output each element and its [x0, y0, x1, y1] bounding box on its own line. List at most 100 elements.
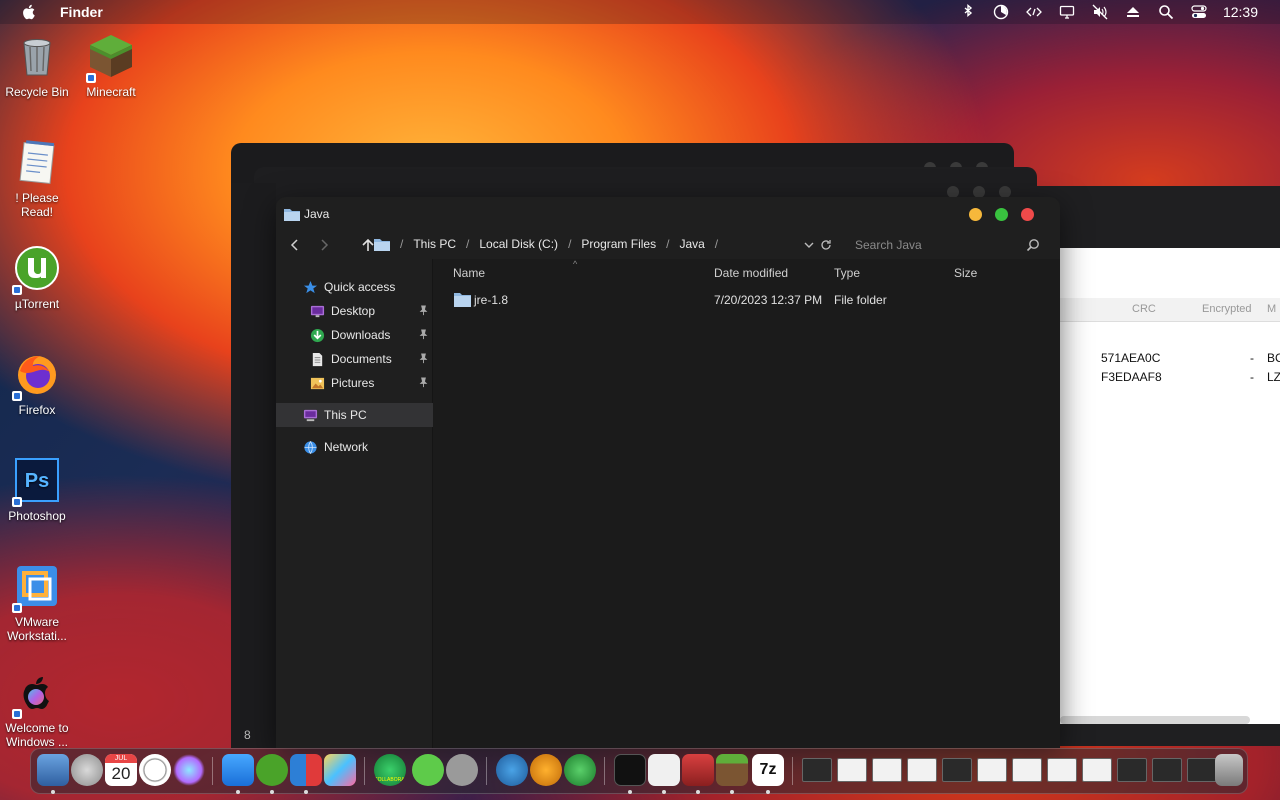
finder-dock-icon[interactable] — [37, 754, 69, 786]
back-button[interactable] — [286, 236, 304, 254]
close-button[interactable] — [1021, 208, 1034, 221]
control-center-icon[interactable] — [1190, 4, 1208, 20]
archive-row[interactable]: 571AEA0C - BC — [1060, 349, 1280, 367]
download-manager-dock-icon[interactable] — [530, 754, 562, 786]
calendar-month: JUL — [105, 754, 137, 763]
minimized-window-thumbnail[interactable] — [1117, 758, 1147, 782]
tools-dock-icon[interactable] — [446, 754, 478, 786]
clock-dock-icon[interactable] — [139, 754, 171, 786]
pin-icon[interactable] — [418, 353, 429, 364]
photos-dock-icon[interactable] — [324, 754, 356, 786]
sidebar-item-this-pc[interactable]: This PC — [276, 403, 433, 427]
date-column-header[interactable]: Date modified — [714, 266, 788, 280]
terminal-dock-icon[interactable] — [614, 754, 646, 786]
star-icon — [302, 279, 318, 295]
system-tools-dock-icon[interactable] — [290, 754, 322, 786]
mute-icon[interactable] — [1091, 4, 1109, 20]
menu-bar-clock[interactable]: 12:39 — [1223, 4, 1258, 20]
breadcrumb: / This PC / Local Disk (C:) / Program Fi… — [374, 237, 728, 251]
link-dock-icon[interactable] — [412, 754, 444, 786]
sidebar-item-documents[interactable]: Documents — [276, 347, 433, 371]
encrypted-column-header[interactable]: Encrypted — [1202, 303, 1252, 315]
desktop-icon-please-read[interactable]: ! Please Read! — [0, 139, 74, 219]
calendar-dock-icon[interactable]: JUL 20 — [105, 754, 137, 786]
minimize-button[interactable] — [969, 208, 982, 221]
7zip-dock-icon[interactable]: 7z — [752, 754, 784, 786]
maximize-button[interactable] — [995, 208, 1008, 221]
chevron-left-icon — [290, 239, 298, 251]
desktop-icon-photoshop[interactable]: Ps Photoshop — [0, 457, 74, 523]
textedit-dock-icon[interactable] — [648, 754, 680, 786]
web-dock-icon[interactable] — [496, 754, 528, 786]
horizontal-scrollbar[interactable] — [1060, 716, 1250, 724]
pin-icon[interactable] — [418, 377, 429, 388]
file-row[interactable]: jre-1.8 7/20/2023 12:37 PM File folder — [433, 289, 1060, 311]
sidebar-item-downloads[interactable]: Downloads — [276, 323, 433, 347]
minimized-window-thumbnail[interactable] — [1082, 758, 1112, 782]
search-input[interactable]: Search Java — [846, 235, 1046, 255]
siri-dock-icon[interactable] — [173, 754, 205, 786]
desktop-icon-recycle-bin[interactable]: Recycle Bin — [0, 33, 74, 99]
desktop-icon-welcome[interactable]: Welcome to Windows ... — [0, 669, 74, 749]
desktop-icon-firefox[interactable]: Firefox — [0, 351, 74, 417]
minimized-window-thumbnail[interactable] — [802, 758, 832, 782]
size-column-header[interactable]: Size — [954, 266, 977, 280]
code-icon[interactable] — [1025, 4, 1043, 20]
active-app-name[interactable]: Finder — [60, 4, 103, 20]
network-tool-dock-icon[interactable] — [564, 754, 596, 786]
gpu-tool-dock-icon[interactable]: COLLABORATOR — [374, 754, 406, 786]
trash-dock-icon[interactable] — [1215, 754, 1243, 786]
crc-column-header[interactable]: CRC — [1132, 303, 1156, 315]
window-titlebar[interactable]: Java — [276, 197, 1060, 231]
sidebar-item-desktop[interactable]: Desktop — [276, 299, 433, 323]
minimized-window-thumbnail[interactable] — [942, 758, 972, 782]
breadcrumb-java[interactable]: Java — [679, 237, 704, 251]
background-archive-window[interactable]: CRC Encrypted M 571AEA0C - BC F3EDAAF8 -… — [1030, 186, 1280, 746]
safari-dock-icon[interactable] — [222, 754, 254, 786]
forward-button[interactable] — [315, 236, 333, 254]
chevron-down-icon — [804, 242, 814, 248]
refresh-button[interactable] — [817, 236, 835, 254]
apple-menu-icon[interactable] — [20, 3, 38, 21]
pin-icon[interactable] — [418, 305, 429, 316]
method-column-header[interactable]: M — [1267, 303, 1276, 315]
minimized-window-thumbnail[interactable] — [837, 758, 867, 782]
type-column-header[interactable]: Type — [834, 266, 860, 280]
desktop-icon-utorrent[interactable]: µTorrent — [0, 245, 74, 311]
minimized-window-thumbnail[interactable] — [872, 758, 902, 782]
breadcrumb-program-files[interactable]: Program Files — [581, 237, 656, 251]
timer-icon[interactable] — [992, 4, 1010, 20]
minimized-window-thumbnail[interactable] — [1012, 758, 1042, 782]
sidebar-item-label: Pictures — [331, 376, 375, 390]
desktop-icon-vmware[interactable]: VMware Workstati... — [0, 563, 74, 643]
minimized-window-thumbnail[interactable] — [977, 758, 1007, 782]
toolbox-dock-icon[interactable] — [682, 754, 714, 786]
minimized-window-thumbnail[interactable] — [1152, 758, 1182, 782]
recycle-bin-icon — [14, 33, 60, 79]
minimized-window-thumbnail[interactable] — [1187, 758, 1217, 782]
eject-icon[interactable] — [1124, 4, 1142, 20]
launchpad-dock-icon[interactable] — [71, 754, 103, 786]
display-icon[interactable] — [1058, 4, 1076, 20]
desktop-icon-minecraft[interactable]: Minecraft — [74, 33, 148, 99]
minimized-window-thumbnail[interactable] — [1047, 758, 1077, 782]
breadcrumb-this-pc[interactable]: This PC — [413, 237, 456, 251]
shortcut-arrow-icon — [12, 603, 22, 613]
sidebar-item-pictures[interactable]: Pictures — [276, 371, 433, 395]
bluetooth-icon[interactable] — [959, 4, 977, 20]
name-column-header[interactable]: Name — [453, 266, 485, 280]
archive-row[interactable]: F3EDAAF8 - LZ — [1060, 368, 1280, 386]
menu-bar: Finder 12:39 — [0, 0, 1280, 24]
encrypted-value: - — [1250, 351, 1254, 365]
sidebar-item-network[interactable]: Network — [276, 435, 433, 459]
minecraft-dock-icon[interactable] — [716, 754, 748, 786]
address-history-dropdown[interactable] — [800, 236, 818, 254]
vmware-icon — [12, 563, 60, 613]
pin-icon[interactable] — [418, 329, 429, 340]
breadcrumb-local-disk[interactable]: Local Disk (C:) — [479, 237, 558, 251]
minimized-window-thumbnail[interactable] — [907, 758, 937, 782]
utorrent-dock-icon[interactable] — [256, 754, 288, 786]
search-icon[interactable] — [1157, 4, 1175, 20]
shortcut-arrow-icon — [86, 73, 96, 83]
sidebar-item-quick-access[interactable]: Quick access — [276, 275, 433, 299]
